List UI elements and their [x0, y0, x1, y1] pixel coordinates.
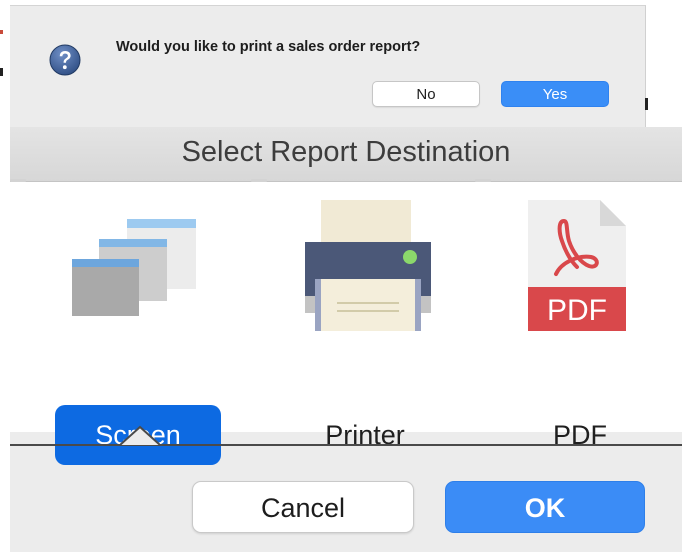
ok-button[interactable]: OK [445, 481, 645, 533]
window-edge-fragment [0, 30, 3, 34]
chooser-divider [10, 444, 682, 446]
sheet-header: Select Report Destination [10, 127, 682, 182]
alert-message: Would you like to print a sales order re… [116, 39, 421, 55]
window-edge-fragment [0, 68, 3, 76]
window-edge-fragment [645, 98, 648, 110]
pdf-file-icon: PDF [528, 200, 626, 331]
cancel-button[interactable]: Cancel [192, 481, 414, 533]
screen-windows-icon [72, 219, 196, 316]
print-confirm-alert: Would you like to print a sales order re… [10, 5, 646, 128]
destination-pdf[interactable]: PDF PDF [505, 197, 675, 450]
report-destination-sheet: Select Report Destination Screen [10, 127, 682, 552]
pdf-badge-text: PDF [547, 294, 607, 327]
no-button[interactable]: No [372, 81, 480, 107]
destination-label-printer: Printer [325, 420, 405, 450]
destination-screen[interactable]: Screen [54, 197, 224, 465]
sheet-title: Select Report Destination [181, 136, 511, 168]
destination-label-pdf: PDF [553, 420, 607, 450]
destination-chooser: Screen Printer [10, 182, 682, 465]
stage: Would you like to print a sales order re… [0, 0, 682, 552]
selection-pointer [120, 425, 160, 446]
question-icon [49, 44, 81, 76]
printer-icon [305, 200, 431, 331]
yes-button[interactable]: Yes [501, 81, 609, 107]
destination-printer[interactable]: Printer [280, 197, 450, 450]
